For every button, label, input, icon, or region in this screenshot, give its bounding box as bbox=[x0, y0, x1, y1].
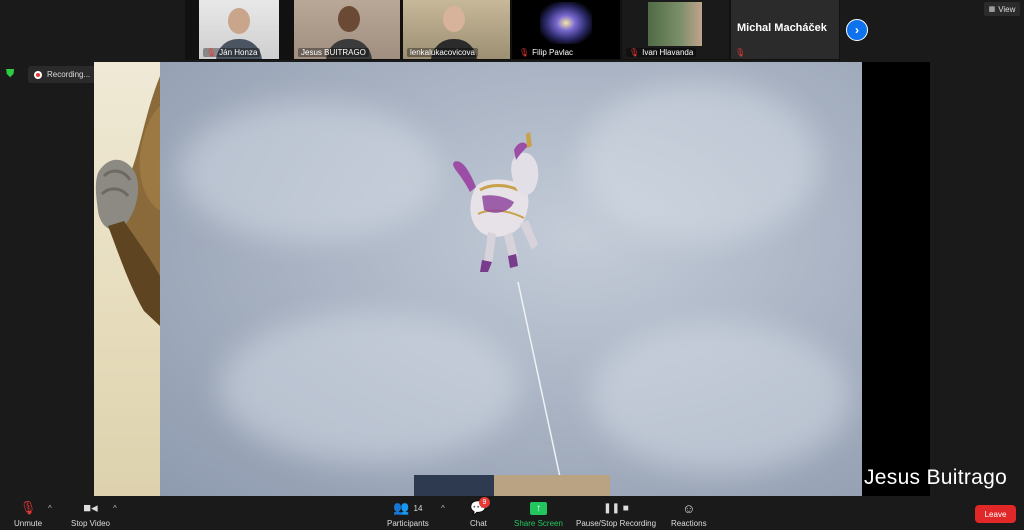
view-button[interactable]: ▦ View bbox=[984, 2, 1020, 16]
participant-avatar bbox=[228, 8, 250, 34]
encryption-shield-icon[interactable]: ⛊ bbox=[6, 68, 18, 80]
speaker-video-area bbox=[862, 62, 930, 496]
mic-muted-icon: 🎙 bbox=[629, 48, 640, 57]
video-tile-michal-machacek[interactable]: Michal Macháček 🎙 bbox=[731, 0, 839, 59]
video-tile-lenkalukacovicova[interactable]: lenkalukacovicova bbox=[403, 0, 510, 59]
recording-dot-icon bbox=[34, 70, 42, 79]
leave-button[interactable]: Leave bbox=[975, 505, 1016, 523]
meeting-toolbar bbox=[0, 496, 1024, 530]
horse-balloon-image bbox=[453, 132, 561, 478]
participant-name: 🎙 Filip Pavlac bbox=[516, 48, 577, 57]
participant-avatar bbox=[338, 6, 360, 32]
mic-muted-icon: 🎙 bbox=[19, 500, 37, 515]
share-arrow-icon: ↑ bbox=[529, 501, 547, 515]
pause-stop-recording-button[interactable]: ❚❚ ■ Pause/Stop Recording bbox=[576, 500, 656, 529]
video-tile-filip-pavlac[interactable]: 🎙 Filip Pavlac bbox=[512, 0, 620, 59]
recording-label: Recording... bbox=[47, 70, 91, 79]
chevron-right-icon: › bbox=[855, 23, 859, 37]
pause-stop-icon: ❚❚ ■ bbox=[603, 502, 629, 514]
chat-unread-badge: 9 bbox=[479, 497, 490, 508]
unmute-button[interactable]: 🎙 Unmute bbox=[14, 500, 42, 528]
people-icon: 👥 bbox=[393, 500, 410, 515]
active-speaker-name: Jesus Buitrago bbox=[864, 466, 1008, 489]
reactions-button[interactable]: ☺ Reactions bbox=[671, 500, 707, 529]
mic-muted-icon: 🎙 bbox=[206, 48, 217, 57]
next-page-button[interactable]: › bbox=[846, 19, 868, 41]
participants-button[interactable]: 👥 14 Participants bbox=[387, 500, 429, 528]
stop-video-button[interactable]: ■◂ Stop Video bbox=[71, 500, 110, 528]
participant-name: Jesus BUITRAGO bbox=[298, 48, 369, 57]
video-camera-icon: ■◂ bbox=[83, 500, 98, 515]
participant-name: lenkalukacovicova bbox=[407, 48, 478, 57]
participants-options-caret[interactable]: ^ bbox=[441, 504, 445, 513]
video-options-caret[interactable]: ^ bbox=[113, 504, 117, 513]
audio-options-caret[interactable]: ^ bbox=[48, 504, 52, 513]
participant-name: 🎙 Ivan Hlavanda bbox=[626, 48, 697, 57]
left-panel-image bbox=[94, 62, 160, 496]
participant-photo bbox=[648, 2, 702, 46]
video-tile-ivan-hlavanda[interactable]: 🎙 Ivan Hlavanda bbox=[622, 0, 729, 59]
mic-muted-icon: 🎙 bbox=[735, 48, 746, 57]
participant-avatar bbox=[443, 6, 465, 32]
galaxy-image bbox=[540, 2, 592, 44]
participants-count: 14 bbox=[413, 503, 423, 513]
video-tile-jan-honza[interactable]: 🎙 Ján Honza bbox=[199, 0, 279, 59]
participant-name: Michal Macháček bbox=[737, 22, 827, 34]
smiley-icon: ☺ bbox=[682, 500, 696, 516]
share-screen-button[interactable]: ↑ Share Screen bbox=[514, 500, 563, 528]
mic-muted-icon: 🎙 bbox=[519, 48, 530, 57]
grid-icon: ▦ bbox=[988, 6, 996, 13]
shared-screen bbox=[94, 62, 862, 496]
statue-image bbox=[95, 76, 160, 326]
participant-name: 🎙 Ján Honza bbox=[203, 48, 261, 57]
sky-background bbox=[160, 62, 862, 496]
video-tile-jesus-buitrago[interactable]: Jesus BUITRAGO bbox=[294, 0, 400, 59]
